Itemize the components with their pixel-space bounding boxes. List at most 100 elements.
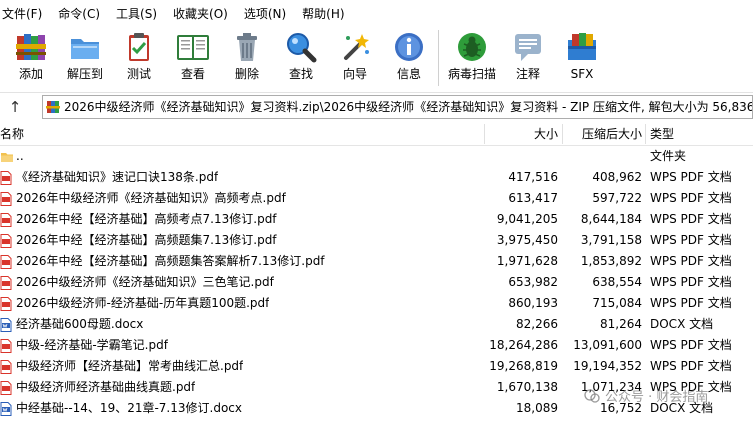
books-archive-icon (13, 30, 49, 64)
file-name: 《经济基础知识》速记口诀138条.pdf (16, 170, 219, 184)
file-size: 1,971,628 (496, 254, 558, 268)
file-row[interactable]: 2026年中经【经济基础】高频考点7.13修订.pdf 9,041,205 8,64… (0, 209, 753, 230)
test-label: 测试 (126, 67, 151, 81)
file-row[interactable]: 2026年中级经济师《经济基础知识》高频考点.pdf 613,417 597,722… (0, 188, 753, 209)
file-name-cell: 2026中级经济师《经济基础知识》三色笔记.pdf (0, 272, 484, 293)
file-name: 2026年中经【经济基础】高频题集7.13修订.pdf (16, 233, 277, 247)
wizard-label: 向导 (342, 67, 367, 81)
arrow-up-icon: ↑ (8, 97, 22, 116)
virus-scan-button[interactable]: 病毒扫描 (447, 28, 497, 82)
open-book-icon (175, 30, 211, 64)
file-packed-size: 1,853,892 (580, 254, 642, 268)
path-field[interactable]: 2026中级经济师《经济基础知识》复习资料.zip\2026中级经济师《经济基础… (42, 94, 753, 119)
menu-tools[interactable]: 工具(S) (112, 0, 161, 28)
file-row[interactable]: 《经济基础知识》速记口诀138条.pdf 417,516 408,962 WPS PD… (0, 167, 753, 188)
view-label: 查看 (180, 67, 205, 81)
folder-icon (0, 150, 13, 164)
menu-favorites[interactable]: 收藏夹(O) (169, 0, 232, 28)
add-button[interactable]: 添加 (8, 28, 54, 82)
column-header-type[interactable]: 类型 (648, 122, 753, 146)
menu-options[interactable]: 选项(N) (240, 0, 290, 28)
menu-file[interactable]: 文件(F) (0, 0, 46, 28)
comment-label: 注释 (515, 67, 540, 81)
file-size: 82,266 (516, 317, 558, 331)
column-header-size[interactable]: 大小 (484, 122, 560, 146)
docx-file-icon (0, 401, 12, 416)
file-packed-size: 13,091,600 (573, 338, 642, 352)
column-divider[interactable] (645, 124, 646, 144)
pdf-file-icon (0, 338, 12, 353)
file-row[interactable]: 2026年中经【经济基础】高频题集答案解析7.13修订.pdf 1,971,628… (0, 251, 753, 272)
info-label: 信息 (396, 67, 421, 81)
column-header-packed-size[interactable]: 压缩后大小 (562, 122, 644, 146)
zip-archive-icon (46, 100, 60, 113)
file-row[interactable]: 中级-经济基础-学霸笔记.pdf 18,264,286 13,091,600 WPS … (0, 335, 753, 356)
up-one-level-button[interactable]: ↑ (0, 94, 30, 120)
test-button[interactable]: 测试 (116, 28, 162, 82)
add-label: 添加 (18, 67, 43, 81)
magic-wand-icon (337, 30, 373, 64)
folder-extract-icon (67, 30, 103, 64)
file-type: WPS PDF 文档 (650, 296, 732, 310)
file-name-cell: 2026年中经【经济基础】高频考点7.13修订.pdf (0, 209, 484, 230)
address-bar: ↑ 2026中级经济师《经济基础知识》复习资料.zip\2026中级经济师《经济… (0, 92, 753, 120)
file-name-cell: 中级-经济基础-学霸笔记.pdf (0, 335, 484, 356)
file-name: 2026中级经济师-经济基础-历年真题100题.pdf (16, 296, 270, 310)
view-button[interactable]: 查看 (170, 28, 216, 82)
extract-to-label: 解压到 (66, 67, 103, 81)
pdf-file-icon (0, 254, 12, 269)
file-name-cell: 经济基础600母题.docx (0, 314, 484, 335)
delete-label: 删除 (234, 67, 259, 81)
file-packed-size: 408,962 (592, 170, 642, 184)
file-row[interactable]: 经济基础600母题.docx 82,266 81,264 DOCX 文档 (0, 314, 753, 335)
file-name: 2026年中经【经济基础】高频题集答案解析7.13修订.pdf (16, 254, 325, 268)
file-name: 2026中级经济师《经济基础知识》三色笔记.pdf (16, 275, 274, 289)
file-size (484, 146, 560, 167)
sfx-button[interactable]: SFX (559, 28, 605, 82)
file-name: .. (16, 149, 24, 163)
menu-bar: 文件(F) 命令(C) 工具(S) 收藏夹(O) 选项(N) 帮助(H) (0, 0, 753, 28)
watermark-text: 公众号 · 财会指南 (605, 390, 709, 405)
file-type: WPS PDF 文档 (650, 233, 732, 247)
pdf-file-icon (0, 233, 12, 248)
virus-scan-label: 病毒扫描 (447, 67, 496, 81)
extract-to-button[interactable]: 解压到 (62, 28, 108, 82)
file-name-cell: 2026年中经【经济基础】高频题集7.13修订.pdf (0, 230, 484, 251)
file-name-cell: 2026中级经济师-经济基础-历年真题100题.pdf (0, 293, 484, 314)
bug-icon (454, 30, 490, 64)
file-size: 613,417 (508, 191, 558, 205)
file-name-cell: 中经基础--14、19、21章-7.13修订.docx (0, 398, 484, 419)
path-text: 2026中级经济师《经济基础知识》复习资料.zip\2026中级经济师《经济基础… (64, 100, 753, 114)
info-button[interactable]: 信息 (386, 28, 432, 82)
column-header-name[interactable]: 名称 (0, 122, 484, 146)
menu-help[interactable]: 帮助(H) (298, 0, 348, 28)
magnifier-icon (283, 30, 319, 64)
file-type: DOCX 文档 (650, 317, 714, 331)
file-name-cell: 2026年中级经济师《经济基础知识》高频考点.pdf (0, 188, 484, 209)
file-size: 1,670,138 (496, 380, 558, 394)
file-type: WPS PDF 文档 (650, 275, 732, 289)
file-row[interactable]: 2026年中经【经济基础】高频题集7.13修订.pdf 3,975,450 3,79… (0, 230, 753, 251)
file-row[interactable]: 中级经济师【经济基础】常考曲线汇总.pdf 19,268,819 19,194,35… (0, 356, 753, 377)
find-button[interactable]: 查找 (278, 28, 324, 82)
pdf-file-icon (0, 359, 12, 374)
file-type: WPS PDF 文档 (650, 359, 732, 373)
wizard-button[interactable]: 向导 (332, 28, 378, 82)
info-icon (391, 30, 427, 64)
file-row[interactable]: .. 文件夹 (0, 146, 753, 167)
comment-button[interactable]: 注释 (505, 28, 551, 82)
file-packed-size: 19,194,352 (573, 359, 642, 373)
trash-can-icon (229, 30, 265, 64)
pdf-file-icon (0, 380, 12, 395)
file-row[interactable]: 2026中级经济师《经济基础知识》三色笔记.pdf 653,982 638,554 W… (0, 272, 753, 293)
file-size: 417,516 (508, 170, 558, 184)
file-packed-size: 638,554 (592, 275, 642, 289)
delete-button[interactable]: 删除 (224, 28, 270, 82)
menu-commands[interactable]: 命令(C) (54, 0, 104, 28)
file-packed-size (562, 146, 644, 167)
file-type: WPS PDF 文档 (650, 191, 732, 205)
sfx-archive-icon (564, 30, 600, 64)
column-header-row: 名称 大小 压缩后大小 类型 (0, 122, 753, 146)
file-name-cell: 2026年中经【经济基础】高频题集答案解析7.13修订.pdf (0, 251, 484, 272)
file-row[interactable]: 2026中级经济师-经济基础-历年真题100题.pdf 860,193 715,08… (0, 293, 753, 314)
